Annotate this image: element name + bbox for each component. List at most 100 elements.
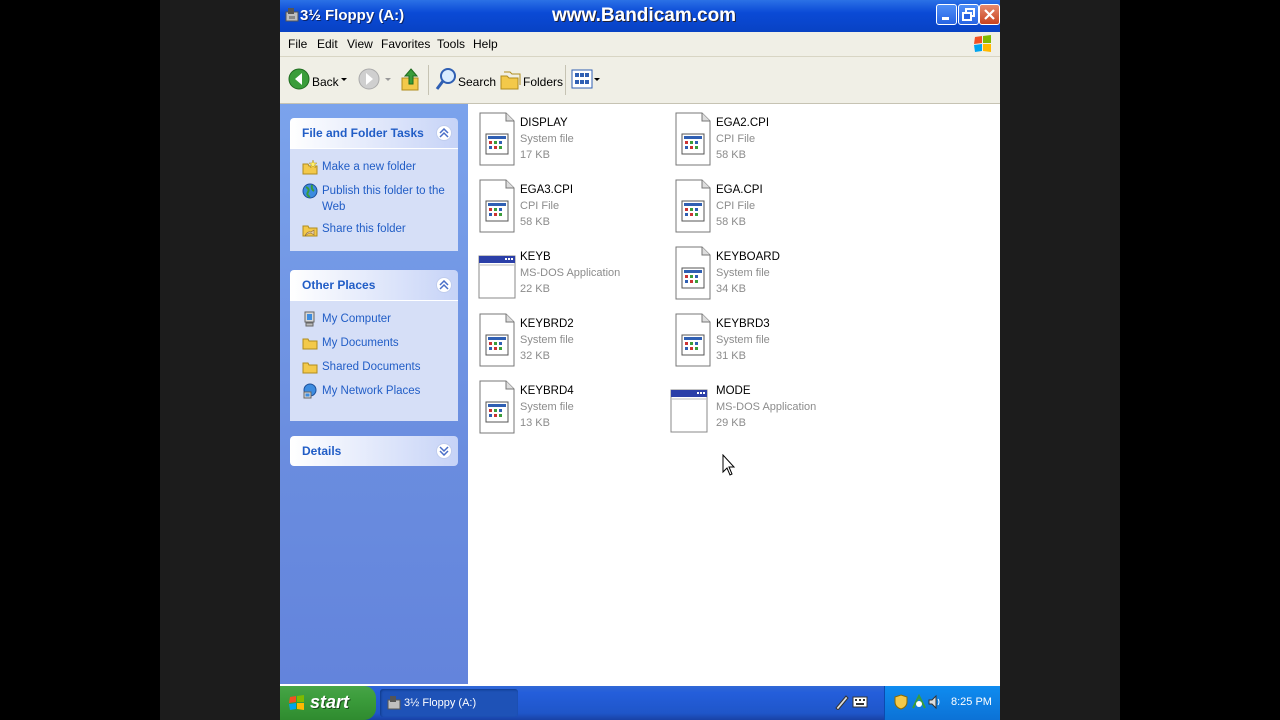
forward-dropdown-icon[interactable] bbox=[384, 67, 392, 91]
panel-title: Details bbox=[302, 444, 342, 458]
folders-icon[interactable] bbox=[499, 67, 521, 93]
views-icon[interactable] bbox=[571, 67, 601, 93]
file-item-ega-cpi[interactable]: EGA.CPI CPI File 58 KB bbox=[665, 171, 855, 233]
file-item-keyboard[interactable]: KEYBOARD System file 34 KB bbox=[665, 238, 855, 300]
file-item-keybrd3[interactable]: KEYBRD3 System file 31 KB bbox=[665, 305, 855, 367]
folder-icon bbox=[302, 362, 318, 374]
task-publish-folder[interactable]: Publish this folder to the Web bbox=[290, 179, 458, 217]
place-label[interactable]: My Documents bbox=[322, 335, 448, 351]
file-type: System file bbox=[716, 334, 770, 346]
task-make-new-folder[interactable]: Make a new folder bbox=[290, 155, 458, 179]
file-type: System file bbox=[520, 133, 574, 145]
file-item-ega3-cpi[interactable]: EGA3.CPI CPI File 58 KB bbox=[469, 171, 659, 233]
keyboard-language-icon[interactable] bbox=[852, 694, 868, 710]
place-my-network-places[interactable]: My Network Places bbox=[290, 379, 458, 403]
toolbar-separator bbox=[428, 65, 429, 95]
place-label[interactable]: My Computer bbox=[322, 311, 448, 327]
task-label[interactable]: Publish this folder to the Web bbox=[322, 183, 448, 215]
up-folder-icon[interactable] bbox=[400, 67, 422, 93]
place-shared-documents[interactable]: Shared Documents bbox=[290, 355, 458, 379]
panel-header[interactable]: File and Folder Tasks bbox=[290, 118, 458, 148]
system-file-icon bbox=[479, 313, 515, 367]
file-type: CPI File bbox=[716, 133, 756, 145]
collapse-button[interactable] bbox=[436, 277, 452, 293]
back-button-label[interactable]: Back bbox=[312, 75, 339, 89]
file-item-keybrd2[interactable]: KEYBRD2 System file 32 KB bbox=[469, 305, 659, 367]
file-item-ega2-cpi[interactable]: EGA2.CPI CPI File 58 KB bbox=[665, 104, 855, 166]
close-button[interactable] bbox=[979, 4, 1000, 25]
network-icon bbox=[303, 383, 317, 399]
start-label: start bbox=[310, 692, 350, 712]
system-file-icon bbox=[479, 380, 515, 434]
network-status-icon[interactable] bbox=[911, 694, 927, 710]
file-type: System file bbox=[716, 267, 770, 279]
panel-title: Other Places bbox=[302, 278, 376, 292]
file-size: 29 KB bbox=[716, 417, 746, 429]
speaker-icon[interactable] bbox=[927, 694, 943, 710]
forward-arrow-icon[interactable] bbox=[358, 67, 380, 91]
system-tray: 8:25 PM bbox=[884, 686, 1000, 720]
back-dropdown-icon[interactable] bbox=[340, 67, 348, 91]
menu-tools[interactable]: Tools bbox=[437, 37, 465, 51]
file-name: KEYBRD4 bbox=[520, 385, 574, 397]
windows-logo-icon bbox=[974, 35, 991, 52]
file-size: 13 KB bbox=[520, 417, 550, 429]
taskbar-window-label: 3½ Floppy (A:) bbox=[404, 697, 477, 709]
collapse-button[interactable] bbox=[436, 125, 452, 141]
chevron-down-icon bbox=[439, 446, 449, 456]
mouse-cursor-icon bbox=[722, 454, 736, 476]
file-item-keybrd4[interactable]: KEYBRD4 System file 13 KB bbox=[469, 372, 659, 434]
back-arrow-icon[interactable] bbox=[288, 67, 310, 91]
place-label[interactable]: My Network Places bbox=[322, 383, 448, 399]
file-item-mode[interactable]: MODE MS-DOS Application 29 KB bbox=[665, 372, 855, 434]
file-size: 58 KB bbox=[716, 216, 746, 228]
file-type: CPI File bbox=[716, 200, 756, 212]
security-shield-icon[interactable] bbox=[893, 694, 909, 710]
floppy-drive-icon bbox=[387, 696, 401, 710]
menu-edit[interactable]: Edit bbox=[317, 37, 338, 51]
title-bar[interactable]: 3½ Floppy (A:) www.Bandicam.com bbox=[280, 0, 1000, 32]
globe-icon bbox=[302, 183, 318, 199]
folders-button-label[interactable]: Folders bbox=[523, 75, 563, 89]
recording-watermark: www.Bandicam.com bbox=[552, 5, 737, 26]
left-backdrop bbox=[160, 0, 280, 720]
minimize-button[interactable] bbox=[936, 4, 957, 25]
floppy-drive-icon bbox=[285, 8, 299, 22]
panel-body: Make a new folder Publish this folder to… bbox=[290, 148, 458, 251]
panel-header[interactable]: Details bbox=[290, 436, 458, 466]
chevron-up-icon bbox=[439, 128, 449, 138]
place-my-computer[interactable]: My Computer bbox=[290, 307, 458, 331]
search-button-label[interactable]: Search bbox=[458, 75, 496, 89]
pen-tool-icon[interactable] bbox=[834, 694, 850, 710]
restore-button[interactable] bbox=[958, 4, 979, 25]
windows-logo-icon bbox=[289, 695, 304, 710]
system-file-icon bbox=[675, 246, 711, 300]
task-label[interactable]: Make a new folder bbox=[322, 159, 448, 175]
menu-view[interactable]: View bbox=[347, 37, 373, 51]
file-size: 58 KB bbox=[716, 149, 746, 161]
file-item-display[interactable]: DISPLAY System file 17 KB bbox=[469, 104, 659, 166]
menu-favorites[interactable]: Favorites bbox=[381, 37, 430, 51]
file-type: MS-DOS Application bbox=[716, 401, 817, 413]
place-my-documents[interactable]: My Documents bbox=[290, 331, 458, 355]
menu-file[interactable]: File bbox=[288, 37, 307, 51]
expand-button[interactable] bbox=[436, 443, 452, 459]
file-size: 58 KB bbox=[520, 216, 550, 228]
panel-header[interactable]: Other Places bbox=[290, 270, 458, 300]
taskbar-window-button[interactable]: 3½ Floppy (A:) bbox=[380, 689, 518, 717]
search-icon[interactable] bbox=[435, 67, 457, 93]
file-name: KEYBRD2 bbox=[520, 318, 574, 330]
other-places-panel: Other Places My Computer My Documents Sh… bbox=[290, 270, 458, 421]
task-share-folder[interactable]: Share this folder bbox=[290, 217, 458, 241]
task-label[interactable]: Share this folder bbox=[322, 221, 448, 237]
start-button[interactable]: start bbox=[280, 686, 376, 720]
place-label[interactable]: Shared Documents bbox=[322, 359, 448, 375]
menu-help[interactable]: Help bbox=[473, 37, 498, 51]
close-icon bbox=[984, 9, 995, 20]
file-name: EGA3.CPI bbox=[520, 184, 574, 196]
system-file-icon bbox=[675, 179, 711, 233]
file-name: DISPLAY bbox=[520, 117, 568, 129]
system-file-icon bbox=[479, 179, 515, 233]
taskbar: start 3½ Floppy (A:) 8:25 PM bbox=[280, 686, 1000, 720]
file-item-keyb[interactable]: KEYB MS-DOS Application 22 KB bbox=[469, 238, 659, 300]
